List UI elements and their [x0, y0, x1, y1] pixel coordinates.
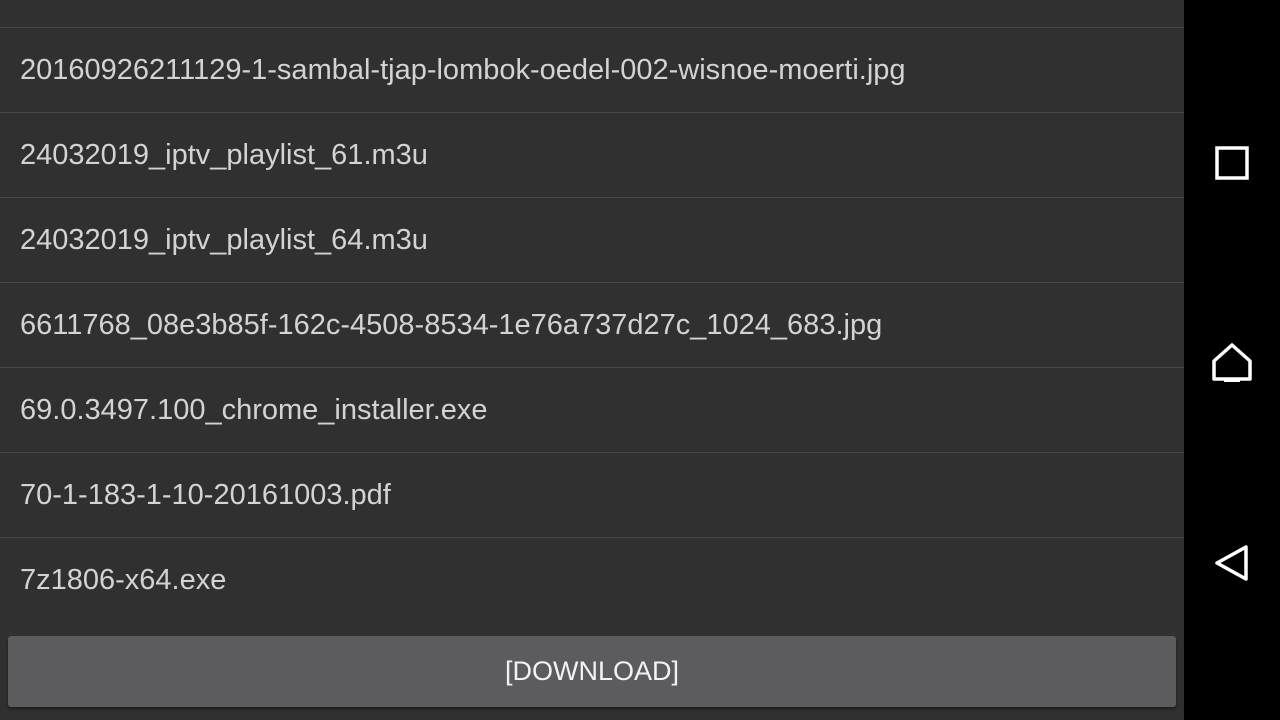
list-item[interactable]: 20160926211129-1-sambal-tjap-lombok-oede…	[0, 28, 1184, 113]
back-triangle-icon	[1215, 545, 1248, 581]
file-list[interactable]: 2016092621_sambal_tjap_lombok_oedel_002_…	[0, 0, 1184, 622]
app-screen: 2016092621_sambal_tjap_lombok_oedel_002_…	[0, 0, 1280, 720]
list-item[interactable]: 24032019_iptv_playlist_64.m3u	[0, 198, 1184, 283]
recents-button[interactable]	[1184, 115, 1280, 211]
list-item[interactable]: 70-1-183-1-10-20161003.pdf	[0, 453, 1184, 538]
file-browser: 2016092621_sambal_tjap_lombok_oedel_002_…	[0, 0, 1184, 720]
list-item[interactable]: 7z1806-x64.exe	[0, 538, 1184, 622]
list-item[interactable]: 2016092621_sambal_tjap_lombok_oedel_002_…	[0, 0, 1184, 28]
system-nav-bar	[1184, 0, 1280, 720]
list-item[interactable]: 24032019_iptv_playlist_61.m3u	[0, 113, 1184, 198]
list-item[interactable]: 69.0.3497.100_chrome_installer.exe	[0, 368, 1184, 453]
home-button[interactable]	[1184, 315, 1280, 411]
back-button[interactable]	[1184, 515, 1280, 611]
download-button[interactable]: [DOWNLOAD]	[8, 636, 1176, 707]
list-item[interactable]: 6611768_08e3b85f-162c-4508-8534-1e76a737…	[0, 283, 1184, 368]
home-icon	[1212, 343, 1252, 382]
square-recents-icon	[1215, 146, 1249, 180]
